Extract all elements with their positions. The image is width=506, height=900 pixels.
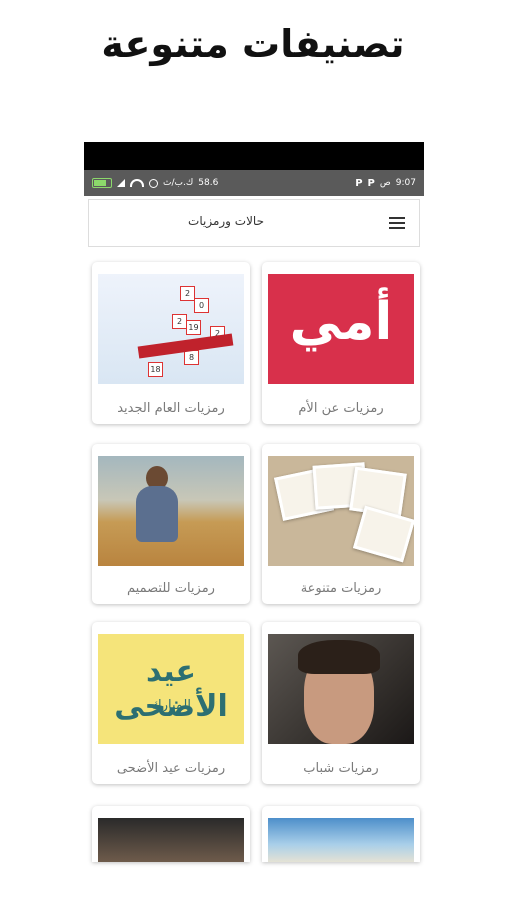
photo-print: [352, 505, 414, 563]
category-caption: رمزيات متنوعة: [300, 581, 382, 596]
category-image-various: [268, 456, 414, 566]
category-card-sky[interactable]: [262, 806, 420, 862]
status-left-group: ك.ب/ث 58.6: [92, 178, 218, 188]
person-figure: [136, 486, 178, 542]
category-card-mother[interactable]: أمي رمزيات عن الأم: [262, 262, 420, 424]
network-speed: 58.6: [198, 178, 219, 188]
status-right-group: P P ص 9:07: [355, 178, 416, 189]
category-image-adha: عيد الأضحى المبارك: [98, 634, 244, 744]
promo-headline: تصنيفات متنوعة: [101, 22, 405, 66]
number-block: 2: [180, 286, 195, 301]
category-caption: رمزيات عيد الأضحى: [116, 761, 226, 776]
category-caption: رمزيات للتصميم: [127, 581, 215, 596]
number-block: 2: [172, 314, 187, 329]
mother-image-text: أمي: [289, 292, 393, 352]
category-image-new-year: 2 0 2 19 2 18 8: [98, 274, 244, 384]
number-block: 19: [186, 320, 201, 335]
app-title: حالات ورمزيات: [188, 214, 264, 228]
hamburger-menu-icon[interactable]: [389, 217, 405, 229]
portrait-hair: [298, 640, 380, 674]
alarm-icon: [149, 178, 158, 188]
category-image-design: [98, 456, 244, 566]
status-bar: ك.ب/ث 58.6 P P ص 9:07: [84, 170, 424, 196]
category-image-mother: أمي: [268, 274, 414, 384]
category-image-dark: [98, 818, 244, 862]
notification-p-icon: P: [367, 177, 375, 189]
category-caption: رمزيات العام الجديد: [117, 401, 225, 416]
network-speed-unit: ك.ب/ث: [163, 178, 194, 188]
category-card-adha[interactable]: عيد الأضحى المبارك رمزيات عيد الأضحى: [92, 622, 250, 784]
number-block: 8: [184, 350, 199, 365]
app-toolbar: حالات ورمزيات: [88, 199, 420, 247]
battery-icon: [92, 178, 112, 188]
status-period: ص: [379, 178, 391, 188]
wifi-icon: [130, 179, 144, 187]
signal-icon: [117, 179, 125, 187]
phone-top-bezel: [84, 142, 424, 170]
notification-p-icon: P: [355, 177, 363, 189]
category-card-new-year[interactable]: 2 0 2 19 2 18 8 رمزيات العام الجديد: [92, 262, 250, 424]
category-image-sky: [268, 818, 414, 862]
status-time: 9:07: [395, 178, 416, 188]
category-caption: رمزيات شباب: [303, 761, 379, 776]
category-card-dark[interactable]: [92, 806, 250, 862]
number-block: 0: [194, 298, 209, 313]
adha-image-subtitle: المبارك: [151, 698, 191, 713]
category-card-various[interactable]: رمزيات متنوعة: [262, 444, 420, 604]
adha-image-title: عيد الأضحى: [114, 654, 228, 724]
category-image-youth: [268, 634, 414, 744]
category-caption: رمزيات عن الأم: [298, 401, 384, 416]
number-block: 18: [148, 362, 163, 377]
category-card-youth[interactable]: رمزيات شباب: [262, 622, 420, 784]
category-card-design[interactable]: رمزيات للتصميم: [92, 444, 250, 604]
